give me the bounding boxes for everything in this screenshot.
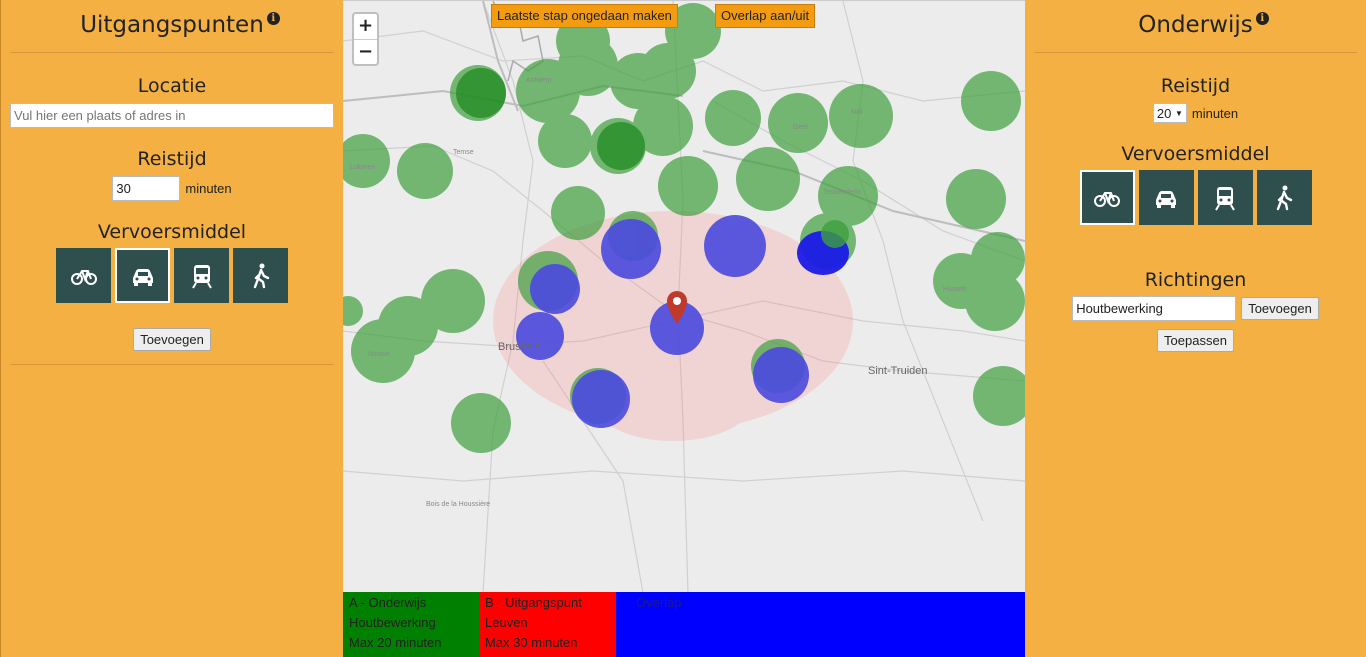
map-label-antwerp: Antwerp: [526, 77, 552, 84]
legend-a-line2: Houtbewerking: [349, 615, 436, 630]
map-label-tessenderlo: Tessenderlo: [823, 189, 861, 196]
mode-bicycle-button[interactable]: [56, 248, 111, 303]
map-label-sint-truiden: Sint-Truiden: [868, 365, 928, 377]
map-label-lokeren: Lokeren: [350, 164, 376, 171]
zoom-control: + −: [352, 12, 379, 66]
train-icon: [191, 264, 212, 289]
minutes-label: minuten: [185, 181, 232, 196]
travel-time-select[interactable]: 20 ▼: [1152, 103, 1187, 123]
legend-b-line3: Max 30 minuten: [485, 635, 578, 650]
right-panel-title: Onderwijs i: [1138, 12, 1269, 38]
mode-walk-button[interactable]: [233, 248, 288, 303]
legend-overlap: Overlap: [616, 592, 1025, 657]
location-heading: Locatie: [137, 75, 207, 97]
info-icon[interactable]: i: [266, 12, 280, 25]
direction-input[interactable]: [1072, 296, 1237, 321]
add-start-button[interactable]: Toevoegen: [133, 328, 211, 351]
zoom-out-button[interactable]: −: [354, 39, 377, 64]
legend-c-line1: Overlap: [636, 595, 682, 610]
overlap-toggle-button[interactable]: Overlap aan/uit: [715, 4, 816, 28]
map-label-geel: Geel: [793, 124, 808, 131]
divider: [10, 364, 334, 365]
map-label-hasselt: Hasselt: [943, 286, 967, 293]
travel-time-selected: 20: [1156, 105, 1172, 121]
bicycle-icon: [70, 269, 97, 285]
map-label-bois: Bois de la Houssière: [426, 501, 491, 508]
travel-time-heading: Reistijd: [137, 148, 207, 170]
travel-time-row: 20 ▼ minuten: [1025, 103, 1366, 123]
legend-a-line1: A - Onderwijs: [349, 595, 427, 610]
directions-heading: Richtingen: [1144, 269, 1247, 291]
car-icon: [1156, 190, 1176, 208]
info-icon[interactable]: i: [1255, 12, 1269, 25]
chevron-down-icon: ▼: [1174, 108, 1183, 118]
mode-bicycle-button[interactable]: [1079, 170, 1135, 225]
legend-b-line2: Leuven: [485, 615, 528, 630]
legend-onderwijs: A - Onderwijs Houtbewerking Max 20 minut…: [343, 592, 479, 657]
mode-car-button[interactable]: [1138, 170, 1194, 225]
map-label-temse: Temse: [453, 149, 474, 156]
right-panel-title-text: Onderwijs: [1138, 12, 1253, 38]
direction-row: Toevoegen: [1025, 296, 1366, 321]
map-label-brussels: Brussels: [498, 341, 541, 353]
mode-car-button[interactable]: [115, 248, 170, 303]
train-icon: [1215, 186, 1235, 211]
undo-button[interactable]: Laatste stap ongedaan maken: [491, 4, 678, 28]
travel-time-row: minuten: [1, 176, 343, 201]
map-label-ninove: Ninove: [368, 351, 390, 358]
legend-b-line1: B - Uitgangspunt: [485, 595, 582, 610]
app: Uitgangspunteni Locatie Reistijd minuten…: [0, 0, 1366, 657]
legend-a-line3: Max 20 minuten: [349, 635, 442, 650]
left-panel-title-text: Uitgangspunten: [80, 12, 264, 38]
bicycle-icon: [1094, 191, 1120, 207]
mode-walk-button[interactable]: [1256, 170, 1312, 225]
location-input[interactable]: [10, 103, 334, 128]
minutes-label: minuten: [1191, 105, 1239, 121]
transport-heading: Vervoersmiddel: [97, 221, 247, 243]
add-direction-button[interactable]: Toevoegen: [1241, 297, 1319, 320]
transport-modes: [1025, 170, 1366, 225]
travel-time-heading: Reistijd: [1160, 75, 1231, 97]
left-panel: Uitgangspunteni Locatie Reistijd minuten…: [0, 0, 343, 657]
map-label-mol: Mol: [851, 109, 863, 116]
travel-time-input[interactable]: [112, 176, 181, 201]
map[interactable]: Antwerp Brussels Lokeren Temse Geel Mol …: [343, 0, 1025, 592]
transport-heading: Vervoersmiddel: [1121, 143, 1270, 165]
apply-button[interactable]: Toepassen: [1157, 329, 1234, 352]
mode-train-button[interactable]: [1197, 170, 1253, 225]
transport-modes: [1, 248, 343, 303]
zoom-in-button[interactable]: +: [354, 14, 377, 39]
left-panel-title: Uitgangspunten i: [80, 12, 280, 38]
walk-icon: [253, 263, 269, 288]
legend-uitgangspunt: B - Uitgangspunt Leuven Max 30 minuten: [479, 592, 616, 657]
car-icon: [132, 268, 153, 286]
right-panel: Onderwijs i Reistijd 20 ▼ minuten Vervoer…: [1025, 0, 1366, 657]
mode-train-button[interactable]: [174, 248, 229, 303]
walk-icon: [1276, 185, 1293, 210]
